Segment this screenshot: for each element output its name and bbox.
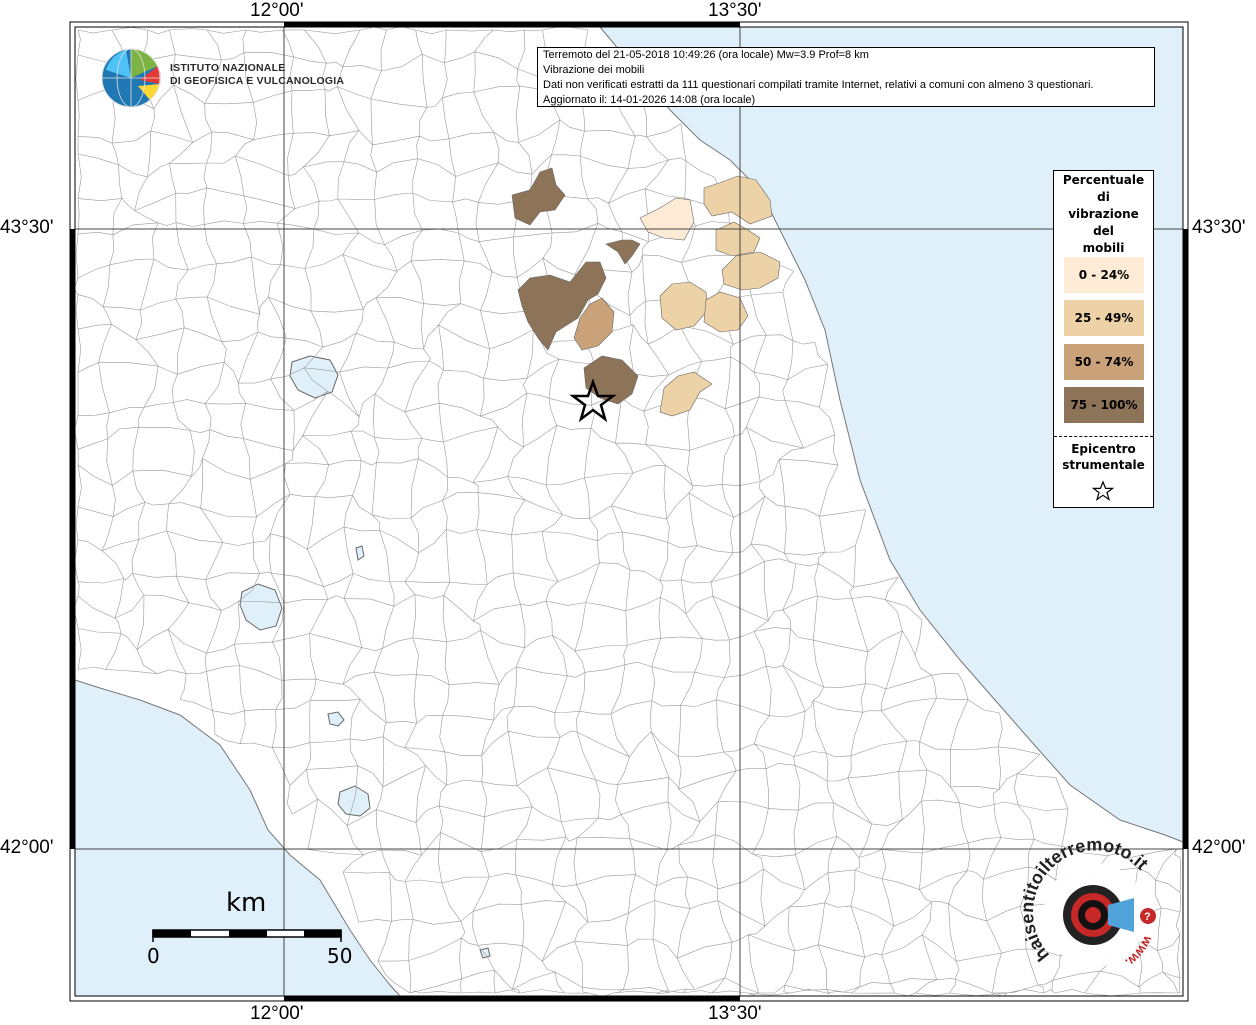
- event-title: Terremoto del 21-05-2018 10:49:26 (ora l…: [543, 49, 869, 61]
- legend-separator: [1054, 436, 1153, 437]
- intensity-map: ? haisentitoilterremoto.it www.: [69, 21, 1189, 1002]
- scale-min-label: 0: [147, 944, 160, 968]
- legend-item-50-74: 50 - 74%: [1064, 344, 1144, 380]
- legend-item-75-100: 75 - 100%: [1064, 387, 1144, 423]
- map-subject: Vibrazione dei mobili: [543, 64, 645, 76]
- lat-label-right-bottom: 42°00': [1192, 837, 1246, 858]
- legend-title: Percentuale di vibrazione del mobili: [1062, 173, 1145, 255]
- ingv-logo-text: ISTITUTO NAZIONALE DI GEOFISICA E VULCAN…: [170, 62, 344, 88]
- legend: Percentuale di vibrazione del mobili 0 -…: [1053, 170, 1154, 508]
- lon-label-bottom-right: 13°30': [708, 1003, 762, 1024]
- lat-label-left-bottom: 42°00': [0, 837, 54, 858]
- logo-line-1: ISTITUTO NAZIONALE: [170, 62, 286, 74]
- lon-label-top-right: 13°30': [708, 0, 762, 21]
- scale-max-label: 50: [327, 944, 353, 968]
- legend-epicenter-label: Epicentro strumentale: [1062, 442, 1145, 472]
- lat-label-right-top: 43°30': [1192, 217, 1246, 238]
- legend-item-25-49: 25 - 49%: [1064, 300, 1144, 336]
- lat-label-left-top: 43°30': [0, 217, 54, 238]
- event-info-box: Terremoto del 21-05-2018 10:49:26 (ora l…: [537, 47, 1155, 107]
- svg-text:?: ?: [1144, 911, 1151, 923]
- legend-star-icon: [1092, 480, 1114, 501]
- data-note: Dati non verificati estratti da 111 ques…: [543, 79, 1094, 91]
- lon-label-top-left: 12°00': [250, 0, 304, 21]
- scale-unit: km: [226, 888, 267, 918]
- lon-label-bottom-left: 12°00': [250, 1003, 304, 1024]
- legend-item-0-24: 0 - 24%: [1064, 257, 1144, 293]
- update-time: Aggiornato il: 14-01-2026 14:08 (ora loc…: [543, 94, 756, 106]
- logo-line-2: DI GEOFISICA E VULCANOLOGIA: [170, 75, 345, 87]
- ingv-logo-icon: [101, 48, 161, 108]
